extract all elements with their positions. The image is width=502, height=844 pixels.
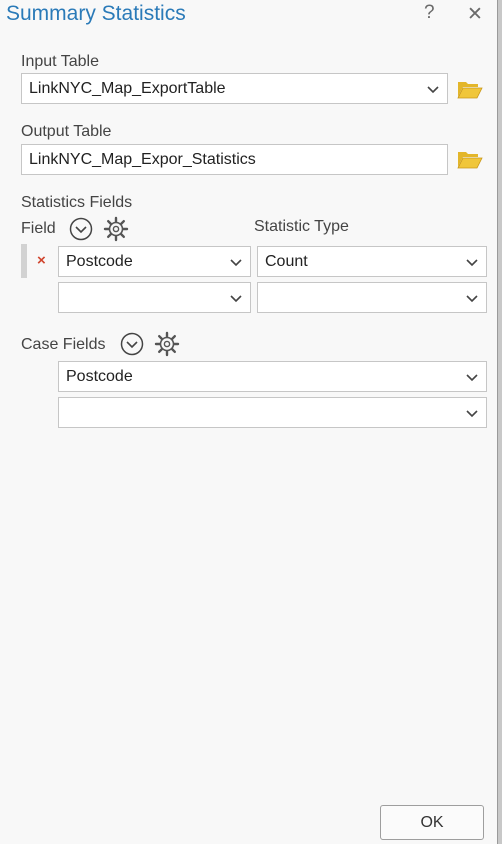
case-field-dropdown[interactable]: Postcode xyxy=(58,361,487,392)
input-table-label: Input Table xyxy=(21,53,99,70)
chevron-circle-down-icon[interactable] xyxy=(69,217,93,241)
folder-open-icon[interactable] xyxy=(457,78,483,100)
gear-icon[interactable] xyxy=(103,216,129,242)
case-field-dropdown-empty[interactable] xyxy=(58,397,487,428)
output-table-label: Output Table xyxy=(21,123,112,140)
input-table-value: LinkNYC_Map_ExportTable xyxy=(29,80,226,97)
statistics-fields-label: Statistics Fields xyxy=(21,194,133,211)
statistic-type-dropdown-empty[interactable] xyxy=(257,282,487,313)
folder-open-icon[interactable] xyxy=(457,148,483,170)
chevron-down-icon xyxy=(427,86,439,94)
chevron-down-icon xyxy=(230,259,242,267)
statistic-type-value: Count xyxy=(265,253,308,270)
case-fields-label: Case Fields xyxy=(21,336,106,353)
close-button[interactable]: ✕ xyxy=(467,3,483,26)
chevron-down-icon xyxy=(466,259,478,267)
dialog-title: Summary Statistics xyxy=(6,2,186,25)
statistic-type-column-label: Statistic Type xyxy=(254,218,349,235)
chevron-down-icon xyxy=(466,295,478,303)
input-table-dropdown[interactable]: LinkNYC_Map_ExportTable xyxy=(21,73,448,104)
statistics-field-dropdown[interactable]: Postcode xyxy=(58,246,251,277)
field-column-label: Field xyxy=(21,220,56,237)
chevron-down-icon xyxy=(466,410,478,418)
case-field-value: Postcode xyxy=(66,368,133,385)
output-table-value: LinkNYC_Map_Expor_Statistics xyxy=(29,151,256,168)
row-drag-handle[interactable] xyxy=(21,244,27,278)
statistics-field-value: Postcode xyxy=(66,253,133,270)
statistics-field-dropdown-empty[interactable] xyxy=(58,282,251,313)
output-table-field[interactable]: LinkNYC_Map_Expor_Statistics xyxy=(21,144,448,175)
statistic-type-dropdown[interactable]: Count xyxy=(257,246,487,277)
chevron-circle-down-icon[interactable] xyxy=(120,332,144,356)
chevron-down-icon xyxy=(230,295,242,303)
chevron-down-icon xyxy=(466,374,478,382)
gear-icon[interactable] xyxy=(154,331,180,357)
window-edge xyxy=(498,0,502,844)
remove-row-icon[interactable]: × xyxy=(37,252,46,269)
ok-button[interactable]: OK xyxy=(380,805,484,840)
help-button[interactable]: ? xyxy=(424,2,435,24)
